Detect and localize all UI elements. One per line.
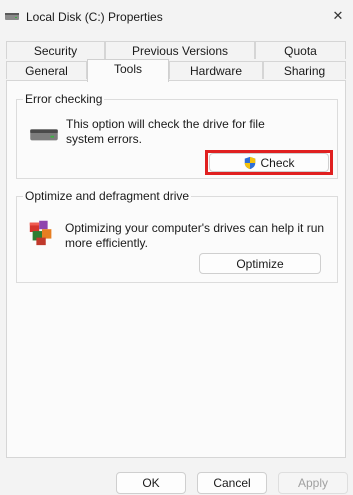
apply-button[interactable]: Apply — [278, 472, 348, 494]
tab-hardware[interactable]: Hardware — [169, 61, 263, 79]
optimize-group: Optimize and defragment drive Optimizing… — [16, 189, 338, 283]
ok-button[interactable]: OK — [116, 472, 186, 494]
check-button-label: Check — [260, 155, 295, 170]
window-title: Local Disk (C:) Properties — [26, 10, 163, 24]
tab-sharing[interactable]: Sharing — [263, 61, 346, 79]
close-icon: ✕ — [332, 8, 344, 23]
error-checking-description: This option will check the drive for fil… — [66, 117, 265, 146]
tab-general[interactable]: General — [6, 61, 87, 79]
shield-icon — [245, 156, 256, 169]
optimize-button[interactable]: Optimize — [199, 253, 321, 274]
tab-tools[interactable]: Tools — [87, 59, 169, 82]
error-checking-group: Error checking This option will check th… — [16, 92, 338, 179]
optimize-title: Optimize and defragment drive — [23, 189, 192, 203]
optimize-button-label: Optimize — [236, 256, 284, 271]
close-button[interactable]: ✕ — [323, 0, 353, 32]
tab-previous-versions[interactable]: Previous Versions — [105, 41, 255, 59]
drive-icon — [30, 129, 58, 141]
tab-security[interactable]: Security — [6, 41, 105, 59]
drive-window-icon — [5, 13, 19, 20]
tab-quota[interactable]: Quota — [255, 41, 346, 59]
title-bar: Local Disk (C:) Properties ✕ — [0, 0, 353, 36]
cancel-button[interactable]: Cancel — [197, 472, 267, 494]
optimize-description: Optimizing your computer's drives can he… — [65, 221, 325, 250]
defrag-icon — [29, 220, 52, 246]
check-button[interactable]: Check — [209, 153, 329, 172]
tools-panel: Error checking This option will check th… — [6, 80, 346, 458]
error-checking-title: Error checking — [23, 92, 105, 106]
